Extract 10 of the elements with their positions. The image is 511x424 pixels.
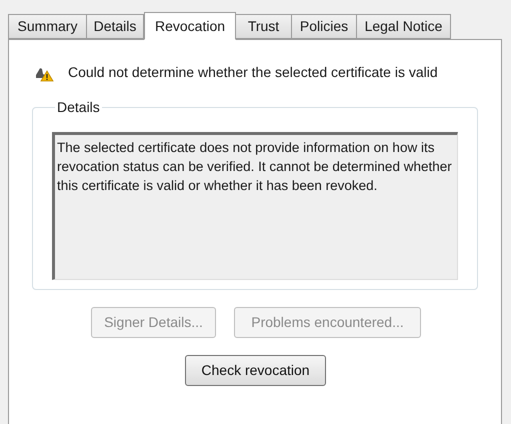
group-label: Details [56, 98, 101, 117]
details-text-area: The selected certificate does not provide information on how its revocation status can be verified. It cannot be determined whether this certificate is valid or whether it has been revoked. [52, 132, 458, 280]
tab[interactable]: Policies [291, 14, 357, 39]
tab[interactable]: Trust [235, 14, 292, 39]
status-message: Could not determine whether the selected certificate is valid [68, 63, 438, 82]
action-button[interactable]: Check revocation [185, 355, 326, 386]
tab[interactable]: Legal Notice [356, 14, 451, 39]
tab[interactable]: Details [86, 14, 144, 39]
tab[interactable]: Revocation [144, 12, 236, 40]
tab[interactable]: Summary [8, 14, 87, 39]
